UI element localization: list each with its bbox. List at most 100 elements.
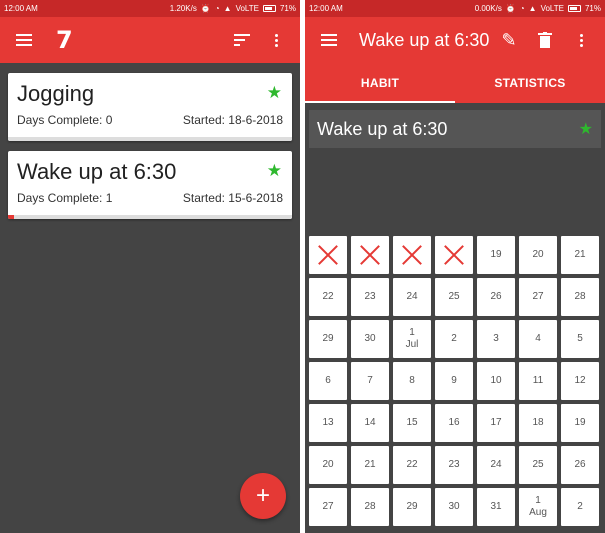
calendar-day[interactable]: 28 <box>561 278 599 316</box>
day-number: 21 <box>364 459 376 470</box>
calendar-day-missed[interactable] <box>309 236 347 274</box>
calendar-day[interactable]: 3 <box>477 320 515 358</box>
habit-header: Wake up at 6:30 ★ <box>309 110 601 148</box>
calendar-day[interactable]: 22 <box>393 446 431 484</box>
calendar-day[interactable]: 25 <box>519 446 557 484</box>
day-number: 30 <box>448 501 460 512</box>
tab-bar: HABIT STATISTICS <box>305 63 605 103</box>
tab-statistics[interactable]: STATISTICS <box>455 63 605 103</box>
habit-card[interactable]: Jogging ★ Days Complete: 0 Started: 18-6… <box>8 73 292 141</box>
app-bar: Wake up at 6:30 ✎ <box>305 17 605 63</box>
day-number: 26 <box>574 459 586 470</box>
day-number: 14 <box>364 417 376 428</box>
app-bar: 7 <box>0 17 300 63</box>
active-tab-indicator <box>305 101 455 103</box>
calendar-day[interactable]: 30 <box>435 488 473 526</box>
calendar-day[interactable]: 18 <box>519 404 557 442</box>
network-type: VoLTE <box>540 4 564 13</box>
signal-icon: ▲ <box>528 4 537 13</box>
calendar-day[interactable]: 26 <box>477 278 515 316</box>
day-number: 6 <box>325 375 331 386</box>
day-number: 28 <box>574 291 586 302</box>
habit-list-screen: 12:00 AM 1.20K/s ⏰ ◔ ▲ VoLTE 71% 7 Joggi… <box>0 0 300 533</box>
calendar-day-missed[interactable] <box>351 236 389 274</box>
calendar-day[interactable]: 21 <box>351 446 389 484</box>
calendar-day[interactable]: 6 <box>309 362 347 400</box>
calendar-day[interactable]: 2 <box>435 320 473 358</box>
tab-habit[interactable]: HABIT <box>305 63 455 103</box>
day-number: 1 <box>409 327 415 338</box>
day-number: 25 <box>448 291 460 302</box>
day-number: 10 <box>490 375 502 386</box>
calendar-day[interactable]: 9 <box>435 362 473 400</box>
day-number: 22 <box>406 459 418 470</box>
habit-title: Wake up at 6:30 <box>17 159 177 184</box>
calendar-day[interactable]: 29 <box>309 320 347 358</box>
day-number: 13 <box>322 417 334 428</box>
hamburger-icon[interactable] <box>315 26 343 54</box>
calendar-day-missed[interactable] <box>393 236 431 274</box>
day-number: 23 <box>448 459 460 470</box>
calendar-day[interactable]: 7 <box>351 362 389 400</box>
calendar-day[interactable]: 28 <box>351 488 389 526</box>
habit-title: Jogging <box>17 81 95 106</box>
calendar-day[interactable]: 1 Aug <box>519 488 557 526</box>
calendar-day[interactable]: 11 <box>519 362 557 400</box>
calendar-day[interactable]: 29 <box>393 488 431 526</box>
calendar-day[interactable]: 8 <box>393 362 431 400</box>
day-number: 27 <box>532 291 544 302</box>
day-number: 1 <box>535 495 541 506</box>
network-type: VoLTE <box>235 4 259 13</box>
day-number: 15 <box>406 417 418 428</box>
habit-card[interactable]: Wake up at 6:30 ★ Days Complete: 1 Start… <box>8 151 292 219</box>
calendar-day[interactable]: 5 <box>561 320 599 358</box>
day-number: 28 <box>364 501 376 512</box>
calendar-day[interactable]: 12 <box>561 362 599 400</box>
calendar-day[interactable]: 21 <box>561 236 599 274</box>
more-vert-icon[interactable] <box>262 26 290 54</box>
calendar-day[interactable]: 27 <box>309 488 347 526</box>
calendar-day[interactable]: 26 <box>561 446 599 484</box>
calendar-day[interactable]: 1 Jul <box>393 320 431 358</box>
more-vert-icon[interactable] <box>567 26 595 54</box>
trash-icon[interactable] <box>531 26 559 54</box>
calendar-day[interactable]: 14 <box>351 404 389 442</box>
star-icon[interactable]: ★ <box>579 119 593 139</box>
calendar-day[interactable]: 15 <box>393 404 431 442</box>
calendar-day[interactable]: 31 <box>477 488 515 526</box>
hamburger-icon[interactable] <box>10 26 38 54</box>
calendar-day[interactable]: 4 <box>519 320 557 358</box>
day-number: 21 <box>574 249 586 260</box>
pencil-icon[interactable]: ✎ <box>495 26 523 54</box>
star-icon[interactable]: ★ <box>267 161 282 181</box>
calendar-day[interactable]: 30 <box>351 320 389 358</box>
calendar-day[interactable]: 19 <box>561 404 599 442</box>
calendar-day[interactable]: 22 <box>309 278 347 316</box>
app-logo: 7 <box>56 26 73 54</box>
day-number: 3 <box>493 333 499 344</box>
battery-icon <box>262 5 276 12</box>
calendar-day[interactable]: 20 <box>309 446 347 484</box>
wifi-icon: ◔ <box>519 4 525 13</box>
calendar-day[interactable]: 25 <box>435 278 473 316</box>
sort-icon[interactable] <box>228 26 256 54</box>
calendar-day[interactable]: 23 <box>351 278 389 316</box>
calendar-day[interactable]: 20 <box>519 236 557 274</box>
calendar-day[interactable]: 13 <box>309 404 347 442</box>
calendar-day-missed[interactable] <box>435 236 473 274</box>
calendar-day[interactable]: 17 <box>477 404 515 442</box>
calendar-day[interactable]: 23 <box>435 446 473 484</box>
calendar-day[interactable]: 19 <box>477 236 515 274</box>
calendar-day[interactable]: 10 <box>477 362 515 400</box>
month-label: Aug <box>529 507 547 518</box>
calendar-day[interactable]: 16 <box>435 404 473 442</box>
calendar-day[interactable]: 2 <box>561 488 599 526</box>
calendar-day[interactable]: 24 <box>477 446 515 484</box>
day-number: 11 <box>532 375 544 386</box>
day-number: 7 <box>367 375 373 386</box>
calendar-day[interactable]: 24 <box>393 278 431 316</box>
star-icon[interactable]: ★ <box>267 83 282 103</box>
add-habit-button[interactable]: + <box>240 473 286 519</box>
day-number: 12 <box>574 375 586 386</box>
calendar-day[interactable]: 27 <box>519 278 557 316</box>
